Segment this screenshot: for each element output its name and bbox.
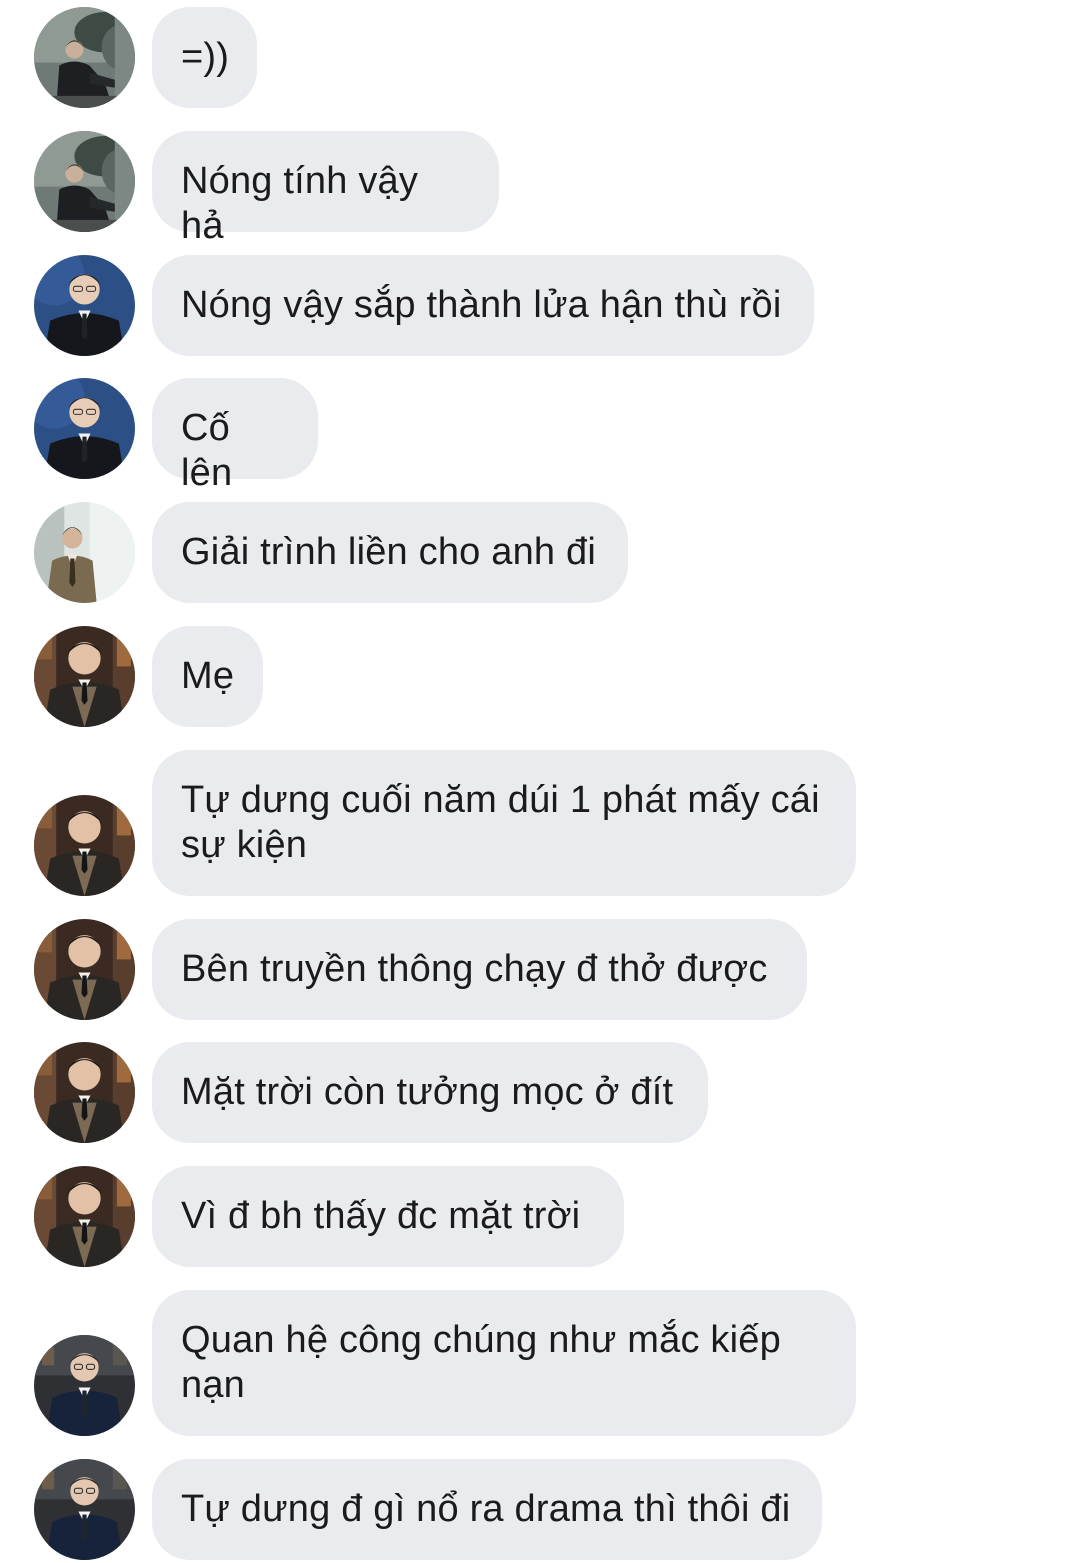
message-bubble[interactable]: Mặt trời còn tưởng mọc ở đít [152, 1042, 708, 1143]
message-text: =)) [181, 36, 230, 78]
message-text: Nóng vậy sắp thành lửa hận thù rồi [181, 284, 782, 326]
message-text: Bên truyền thông chạy đ thở được [181, 948, 768, 990]
message-bubble[interactable]: Quan hệ công chúng như mắc kiếp nạn [152, 1290, 856, 1436]
message-text: Nóng tính vậy hả [181, 160, 419, 247]
avatar-man-glasses-office-icon[interactable] [34, 1335, 135, 1436]
avatar-man-tweed-coat-icon[interactable] [34, 502, 135, 603]
avatar-man-suit-dark-room-icon[interactable] [34, 919, 135, 1020]
avatar-man-suit-dark-room-icon[interactable] [34, 626, 135, 727]
message-text: Cố lên [181, 407, 233, 494]
avatar-man-seated-in-nature-icon[interactable] [34, 131, 135, 232]
message-bubble[interactable]: Nóng tính vậy hả [152, 131, 499, 247]
avatar-man-suit-dark-room-icon[interactable] [34, 1042, 135, 1143]
avatar-man-suit-blue-bg-icon[interactable] [34, 378, 135, 479]
message-text: Vì đ bh thấy đc mặt trời [181, 1195, 581, 1237]
message-text: Quan hệ công chúng như mắc kiếp nạn [181, 1319, 781, 1406]
avatar-man-suit-dark-room-icon[interactable] [34, 1166, 135, 1267]
message-bubble[interactable]: =)) [152, 7, 257, 108]
message-bubble[interactable]: Vì đ bh thấy đc mặt trời [152, 1166, 624, 1267]
avatar-man-suit-blue-bg-icon[interactable] [34, 255, 135, 356]
message-text: Tự dưng đ gì nổ ra drama thì thôi đi [181, 1488, 791, 1530]
message-text: Mẹ [181, 655, 235, 697]
avatar-man-glasses-office-icon[interactable] [34, 1459, 135, 1560]
avatar-man-suit-dark-room-icon[interactable] [34, 795, 135, 896]
message-text: Tự dưng cuối năm dúi 1 phát mấy cái sự k… [181, 779, 820, 866]
avatar-man-seated-in-nature-icon[interactable] [34, 7, 135, 108]
message-text: Giải trình liền cho anh đi [181, 531, 596, 573]
message-bubble[interactable]: Cố lên [152, 378, 318, 494]
message-bubble[interactable]: Mẹ [152, 626, 263, 727]
message-bubble[interactable]: Nóng vậy sắp thành lửa hận thù rồi [152, 255, 814, 356]
message-bubble[interactable]: Bên truyền thông chạy đ thở được [152, 919, 807, 1020]
message-text: Mặt trời còn tưởng mọc ở đít [181, 1071, 674, 1113]
message-bubble[interactable]: Tự dưng đ gì nổ ra drama thì thôi đi [152, 1459, 822, 1560]
message-bubble[interactable]: Tự dưng cuối năm dúi 1 phát mấy cái sự k… [152, 750, 856, 896]
message-bubble[interactable]: Giải trình liền cho anh đi [152, 502, 628, 603]
